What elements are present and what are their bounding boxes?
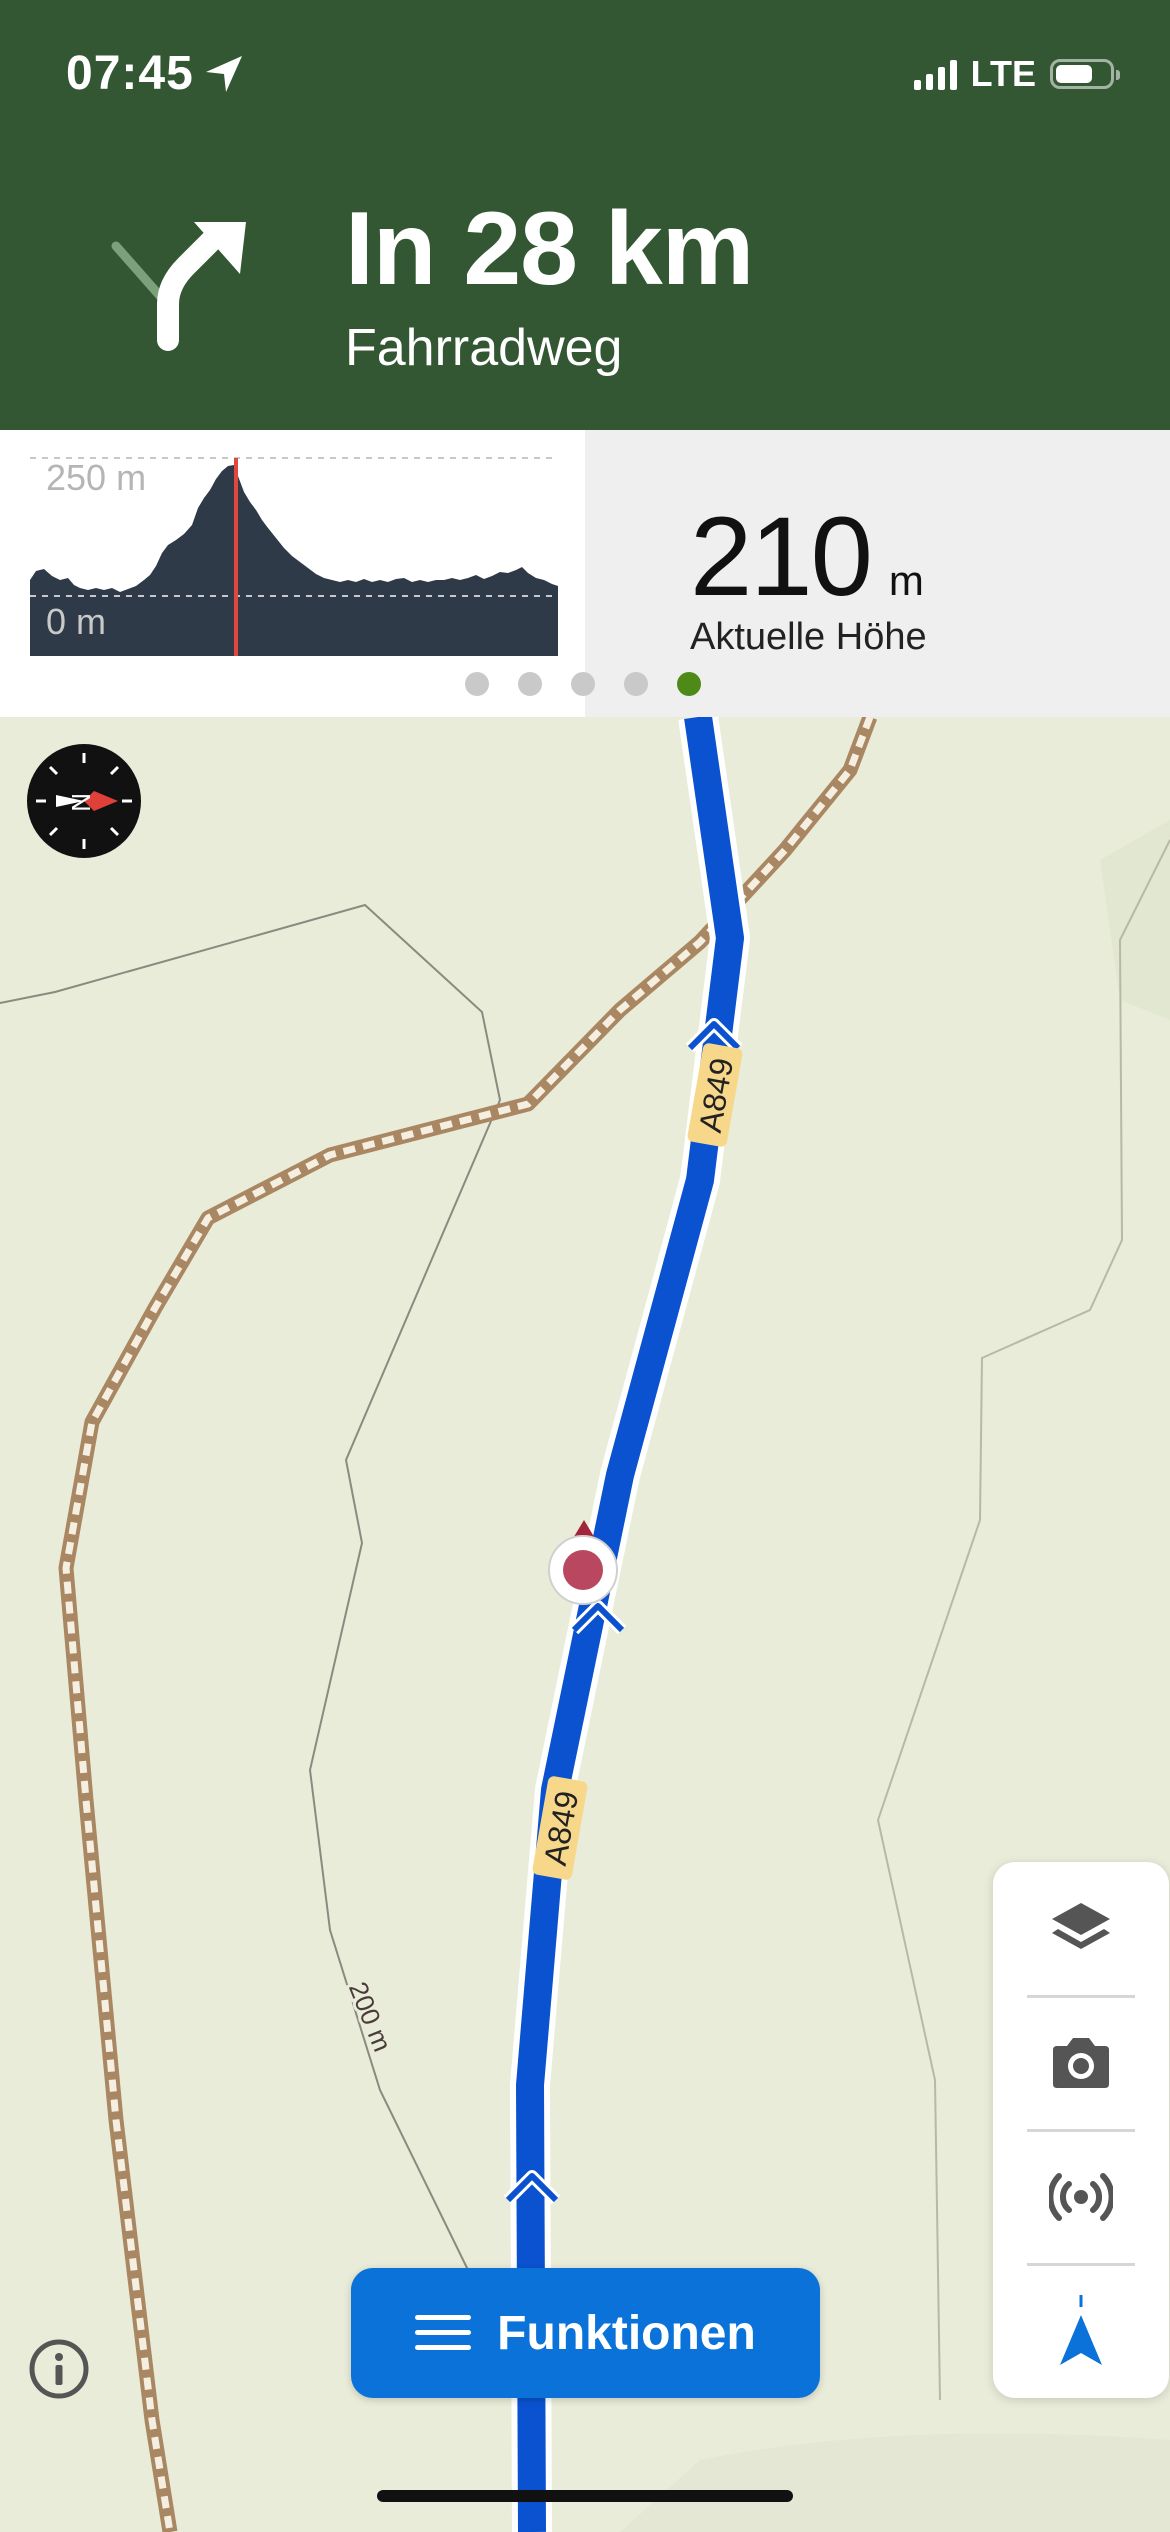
pager-dot[interactable] bbox=[518, 672, 542, 696]
location-arrow-icon bbox=[206, 56, 242, 92]
pager-dot[interactable] bbox=[465, 672, 489, 696]
info-icon[interactable] bbox=[28, 2338, 90, 2400]
altitude-value-row: 210 m bbox=[690, 492, 924, 621]
menu-icon bbox=[415, 2315, 472, 2350]
navigation-header: 07:45 LTE In 28 km Fahrradweg bbox=[0, 0, 1170, 430]
pager-dot[interactable] bbox=[677, 672, 701, 696]
network-type: LTE bbox=[970, 53, 1036, 94]
turn-slight-right-icon bbox=[111, 222, 246, 351]
functions-button[interactable]: Funktionen bbox=[351, 2268, 820, 2398]
camera-icon bbox=[1053, 2038, 1109, 2088]
status-indicators: LTE bbox=[913, 52, 1120, 96]
pager-dot[interactable] bbox=[571, 672, 595, 696]
layers-icon bbox=[1052, 1903, 1110, 1949]
battery-icon bbox=[1050, 59, 1120, 89]
navigation-arrow-icon bbox=[1060, 2295, 1102, 2365]
widget-pager[interactable] bbox=[465, 672, 701, 696]
recenter-button[interactable] bbox=[993, 2264, 1169, 2398]
pager-dot[interactable] bbox=[624, 672, 648, 696]
live-tracking-button[interactable] bbox=[993, 2130, 1169, 2264]
camera-button[interactable] bbox=[993, 1996, 1169, 2130]
signal-bars-icon bbox=[913, 58, 957, 90]
layers-button[interactable] bbox=[993, 1862, 1169, 1996]
altitude-label: Aktuelle Höhe bbox=[690, 616, 927, 658]
maneuver-distance: In 28 km bbox=[345, 191, 754, 307]
home-indicator bbox=[377, 2490, 793, 2502]
altitude-unit: m bbox=[888, 557, 924, 604]
altitude-value: 210 bbox=[690, 494, 873, 619]
maneuver-street: Fahrradweg bbox=[345, 319, 623, 377]
elevation-label-bottom: 0 m bbox=[46, 601, 106, 642]
compass-icon[interactable]: N bbox=[26, 743, 142, 859]
live-tracking-icon bbox=[1049, 2173, 1113, 2221]
svg-text:N: N bbox=[66, 793, 96, 812]
status-time: 07:45 bbox=[66, 47, 194, 100]
functions-button-label: Funktionen bbox=[497, 2306, 756, 2360]
map-tools-panel bbox=[993, 1862, 1169, 2398]
elevation-label-top: 250 m bbox=[46, 457, 146, 498]
